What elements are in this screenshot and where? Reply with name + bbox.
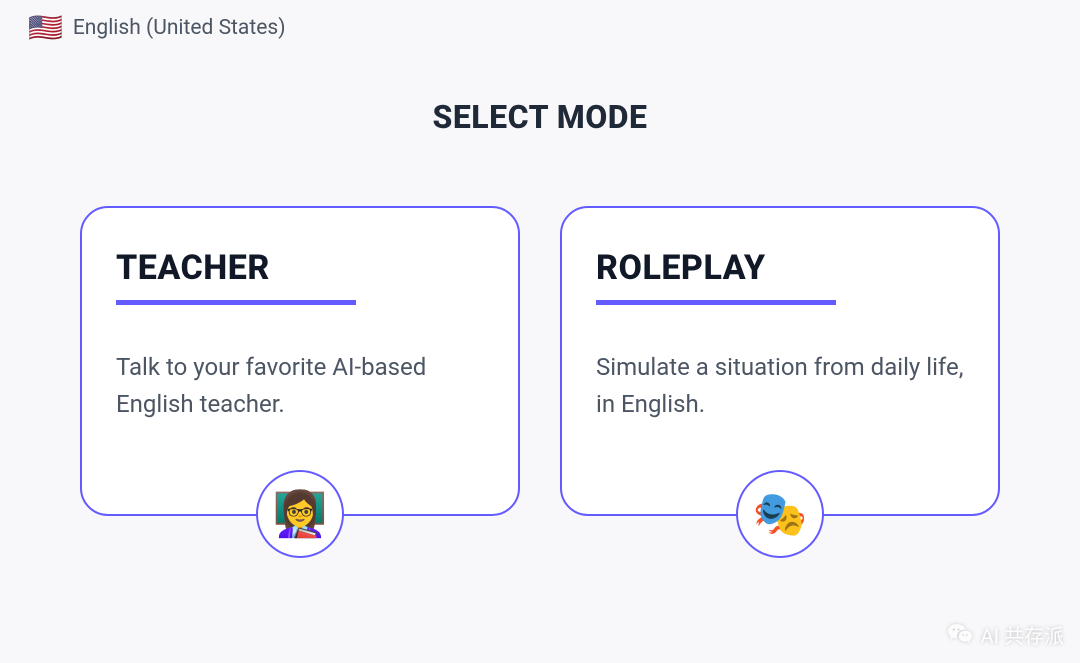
teacher-icon: 👩‍🏫 (256, 470, 344, 558)
mode-card-teacher[interactable]: TEACHER Talk to your favorite AI-based E… (80, 206, 520, 516)
card-description: Simulate a situation from daily life, in… (596, 349, 964, 423)
masks-icon: 🎭 (736, 470, 824, 558)
card-title: ROLEPLAY (596, 248, 964, 288)
page-title: SELECT MODE (432, 98, 647, 136)
wechat-icon (947, 622, 973, 648)
mode-cards-container: TEACHER Talk to your favorite AI-based E… (80, 206, 1000, 516)
card-title: TEACHER (116, 248, 484, 288)
mode-card-roleplay[interactable]: ROLEPLAY Simulate a situation from daily… (560, 206, 1000, 516)
card-description: Talk to your favorite AI-based English t… (116, 349, 484, 423)
card-underline (596, 300, 836, 305)
language-selector[interactable]: 🇺🇸 English (United States) (18, 8, 296, 48)
us-flag-icon: 🇺🇸 (28, 14, 63, 42)
attribution-watermark: AI 共存派 (947, 620, 1064, 649)
card-underline (116, 300, 356, 305)
attribution-text: AI 共存派 (981, 620, 1064, 649)
language-label: English (United States) (73, 16, 286, 40)
